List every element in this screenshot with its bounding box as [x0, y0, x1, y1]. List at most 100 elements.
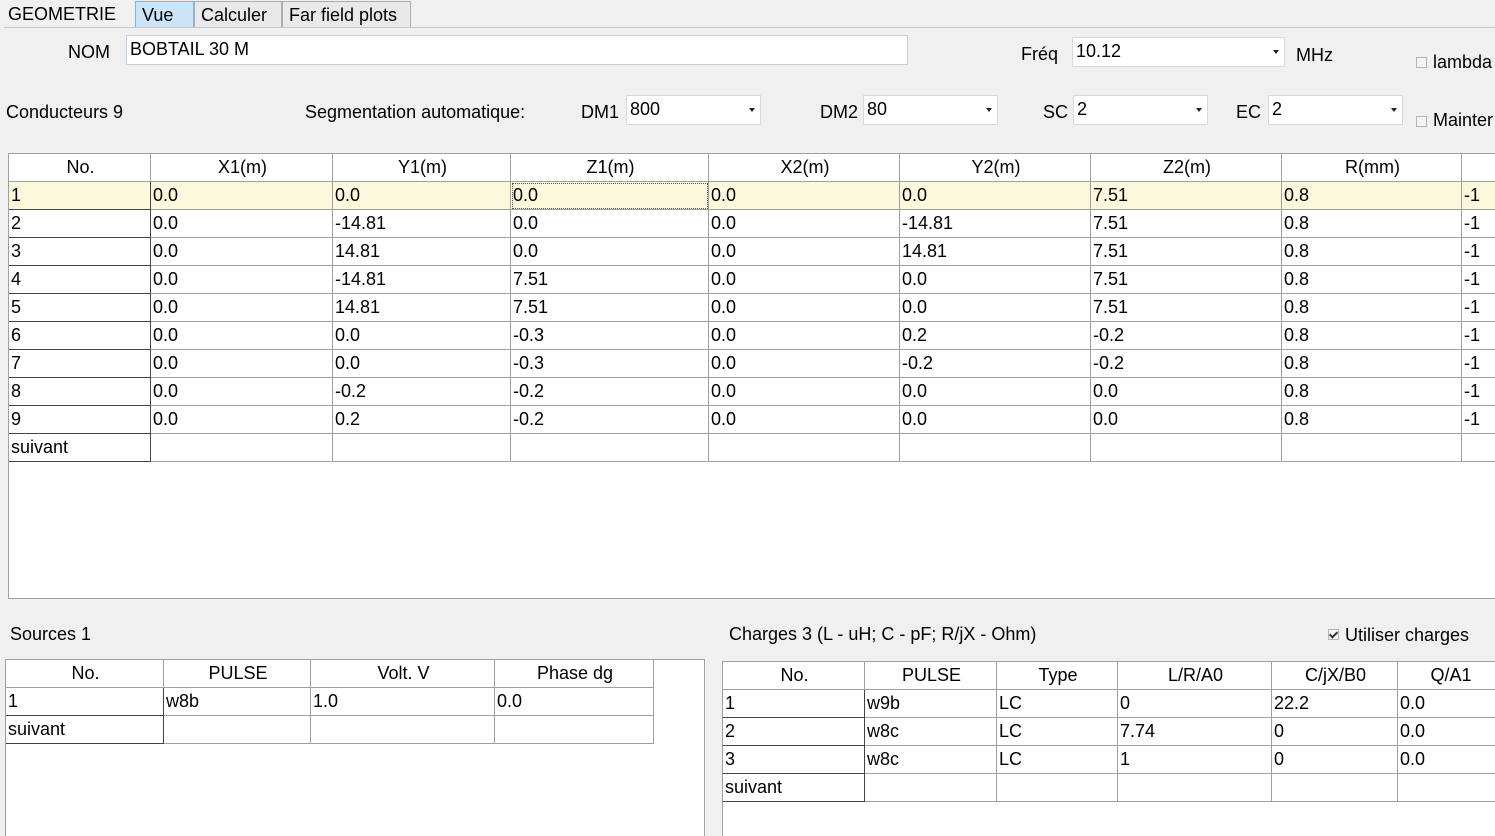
table-cell[interactable] [310, 715, 495, 744]
next-row-label[interactable]: suivant [9, 433, 151, 462]
table-cell[interactable] [899, 433, 1091, 462]
table-cell[interactable]: 1.0 [310, 687, 495, 716]
col-header-cjxb0[interactable]: C/jX/B0 [1271, 662, 1398, 690]
table-row[interactable]: 6 0.0 0.0 -0.3 0.0 0.2 -0.2 0.8 -1 [9, 321, 1495, 350]
table-cell[interactable]: 0.0 [899, 265, 1091, 294]
col-header-z2[interactable]: Z2(m) [1090, 154, 1282, 182]
table-cell[interactable]: -14.81 [332, 209, 511, 238]
row-number[interactable]: 1 [723, 689, 865, 718]
dm2-combo[interactable]: 80 [863, 95, 998, 125]
col-header-extra[interactable] [1461, 154, 1495, 182]
row-number[interactable]: 7 [9, 349, 151, 378]
table-cell[interactable]: -0.2 [1090, 321, 1282, 350]
row-number[interactable]: 3 [9, 237, 151, 266]
tab-calculer[interactable]: Calculer [194, 1, 282, 27]
maintenir-checkbox[interactable] [1416, 116, 1427, 127]
table-cell[interactable]: 0.0 [510, 237, 709, 266]
table-row[interactable]: 2 w8c LC 7.74 0 0.0 [723, 717, 1495, 746]
col-header-no[interactable]: No. [723, 662, 865, 690]
col-header-lra0[interactable]: L/R/A0 [1117, 662, 1272, 690]
table-cell[interactable]: 0.0 [150, 181, 333, 210]
table-cell[interactable]: 0.8 [1281, 321, 1462, 350]
col-header-no[interactable]: No. [9, 154, 151, 182]
dm1-combo[interactable]: 800 [626, 95, 761, 125]
col-header-type[interactable]: Type [996, 662, 1118, 690]
next-row[interactable]: suivant [6, 715, 654, 744]
freq-combo[interactable]: 10.12 [1072, 37, 1285, 67]
table-cell[interactable]: 7.51 [1090, 293, 1282, 322]
table-cell[interactable]: 0.8 [1281, 377, 1462, 406]
tab-far-field-plots[interactable]: Far field plots [282, 1, 411, 27]
row-number[interactable]: 6 [9, 321, 151, 350]
table-cell[interactable] [1461, 433, 1495, 462]
next-row-label[interactable]: suivant [6, 715, 164, 744]
table-row[interactable]: 1 w9b LC 0 22.2 0.0 [723, 689, 1495, 718]
row-number[interactable]: 5 [9, 293, 151, 322]
table-cell[interactable]: 0 [1271, 717, 1398, 746]
table-cell[interactable] [708, 433, 900, 462]
table-cell[interactable]: 0.0 [150, 293, 333, 322]
table-cell[interactable]: 0.0 [1090, 377, 1282, 406]
table-cell[interactable] [163, 715, 311, 744]
table-cell[interactable]: 22.2 [1271, 689, 1398, 718]
table-cell[interactable] [1397, 773, 1495, 802]
table-cell[interactable]: 7.51 [1090, 237, 1282, 266]
table-cell[interactable]: -1 [1461, 321, 1495, 350]
table-row[interactable]: 8 0.0 -0.2 -0.2 0.0 0.0 0.0 0.8 -1 [9, 377, 1495, 406]
table-cell[interactable]: 0.0 [899, 181, 1091, 210]
table-cell[interactable]: 7.51 [1090, 265, 1282, 294]
table-row[interactable]: 4 0.0 -14.81 7.51 0.0 0.0 7.51 0.8 -1 [9, 265, 1495, 294]
table-cell[interactable]: 0.0 [150, 237, 333, 266]
next-row[interactable]: suivant [723, 773, 1495, 802]
table-cell[interactable]: 0.0 [150, 209, 333, 238]
table-cell[interactable]: 0.0 [899, 405, 1091, 434]
table-cell[interactable]: 0.0 [332, 181, 511, 210]
table-cell[interactable]: 0.0 [708, 293, 900, 322]
table-cell[interactable]: -14.81 [899, 209, 1091, 238]
table-cell[interactable]: -0.2 [899, 349, 1091, 378]
table-cell[interactable]: 7.74 [1117, 717, 1272, 746]
table-cell[interactable] [1281, 433, 1462, 462]
table-cell[interactable]: 0.0 [899, 377, 1091, 406]
table-row[interactable]: 7 0.0 0.0 -0.3 0.0 -0.2 -0.2 0.8 -1 [9, 349, 1495, 378]
table-cell[interactable]: 0.0 [1090, 405, 1282, 434]
table-cell[interactable]: 0.8 [1281, 237, 1462, 266]
next-row[interactable]: suivant [9, 433, 1495, 462]
table-cell[interactable]: -1 [1461, 209, 1495, 238]
table-cell[interactable]: 0.0 [332, 349, 511, 378]
lambda-checkbox[interactable] [1416, 57, 1427, 68]
col-header-z1[interactable]: Z1(m) [510, 154, 709, 182]
row-number[interactable]: 2 [723, 717, 865, 746]
table-cell[interactable] [864, 773, 997, 802]
table-cell[interactable]: 0.0 [708, 237, 900, 266]
table-cell[interactable]: 0.0 [708, 377, 900, 406]
table-cell[interactable]: 0.0 [708, 349, 900, 378]
ec-combo[interactable]: 2 [1268, 95, 1403, 125]
col-header-x1[interactable]: X1(m) [150, 154, 333, 182]
row-number[interactable]: 2 [9, 209, 151, 238]
table-row[interactable]: 3 w8c LC 1 0 0.0 [723, 745, 1495, 774]
table-cell[interactable]: -1 [1461, 349, 1495, 378]
table-cell[interactable]: -0.2 [1090, 349, 1282, 378]
table-cell[interactable]: w8c [864, 717, 997, 746]
table-cell[interactable]: 14.81 [899, 237, 1091, 266]
table-cell[interactable] [996, 773, 1118, 802]
table-cell[interactable]: 0.0 [332, 321, 511, 350]
table-cell[interactable]: 0.0 [150, 321, 333, 350]
row-number[interactable]: 3 [723, 745, 865, 774]
table-row[interactable]: 5 0.0 14.81 7.51 0.0 0.0 7.51 0.8 -1 [9, 293, 1495, 322]
table-cell[interactable]: 0.8 [1281, 349, 1462, 378]
table-cell[interactable]: w8b [163, 687, 311, 716]
table-cell[interactable]: 14.81 [332, 293, 511, 322]
table-cell[interactable]: 0.0 [150, 265, 333, 294]
table-cell[interactable]: 0.2 [899, 321, 1091, 350]
table-row[interactable]: 1 w8b 1.0 0.0 [6, 687, 654, 716]
use-charges-checkbox[interactable] [1328, 629, 1339, 640]
col-header-y2[interactable]: Y2(m) [899, 154, 1091, 182]
table-cell[interactable]: -0.2 [510, 377, 709, 406]
row-number[interactable]: 1 [9, 181, 151, 210]
col-header-pulse[interactable]: PULSE [864, 662, 997, 690]
table-cell[interactable]: 0.0 [494, 687, 654, 716]
row-number[interactable]: 9 [9, 405, 151, 434]
table-cell[interactable] [510, 433, 709, 462]
